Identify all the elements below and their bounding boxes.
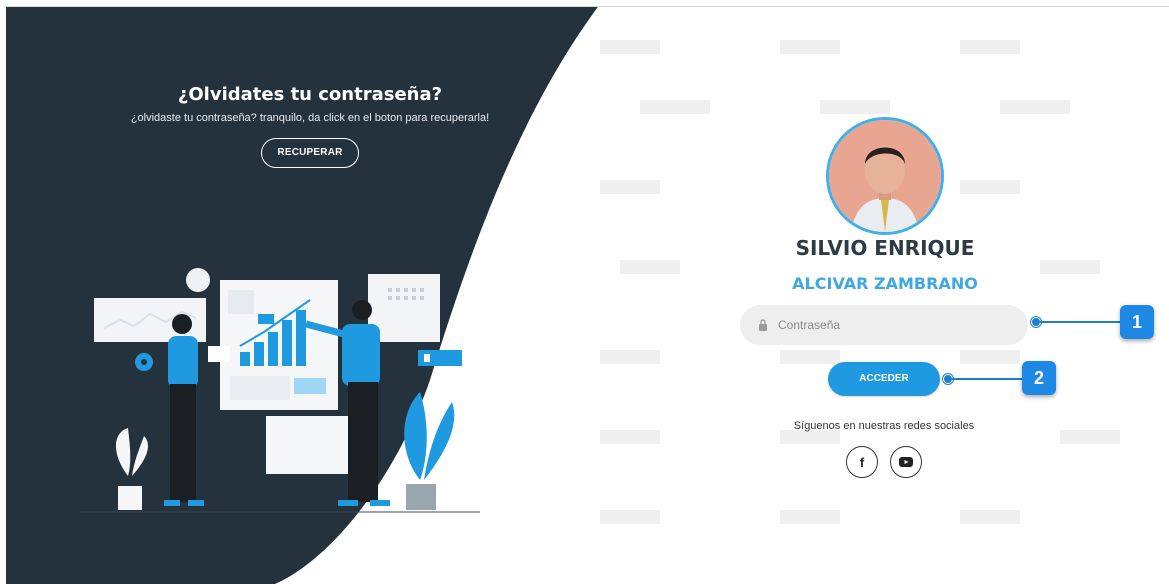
forgot-password-panel: ¿Olvidates tu contraseña? ¿olvidaste tu …	[6, 80, 614, 168]
lock-icon	[759, 319, 767, 331]
window-top-border	[0, 0, 1169, 7]
youtube-button[interactable]	[890, 446, 922, 478]
business-illustration	[80, 268, 480, 513]
facebook-button[interactable]: f	[846, 446, 878, 478]
password-input[interactable]	[776, 317, 1010, 333]
forgot-password-description: ¿olvidaste tu contraseña? tranquilo, da …	[130, 112, 490, 124]
callout-line-1	[1040, 321, 1120, 323]
login-button[interactable]: ACCEDER	[828, 362, 940, 396]
user-avatar	[826, 117, 944, 235]
callout-line-2	[952, 378, 1022, 380]
window-left-border	[0, 0, 6, 584]
password-field[interactable]	[740, 305, 1028, 345]
user-first-name: SILVIO ENRIQUE	[795, 236, 975, 260]
user-last-name: ALCIVAR ZAMBRANO	[792, 274, 978, 293]
social-follow-text: Síguenos en nuestras redes sociales	[793, 420, 975, 432]
youtube-icon	[899, 457, 913, 467]
annotation-badge-1: 1	[1120, 305, 1154, 339]
annotation-badge-2: 2	[1022, 361, 1056, 395]
forgot-password-title: ¿Olvidates tu contraseña?	[177, 84, 443, 105]
recover-button[interactable]: RECUPERAR	[261, 138, 359, 168]
facebook-icon: f	[859, 454, 865, 470]
